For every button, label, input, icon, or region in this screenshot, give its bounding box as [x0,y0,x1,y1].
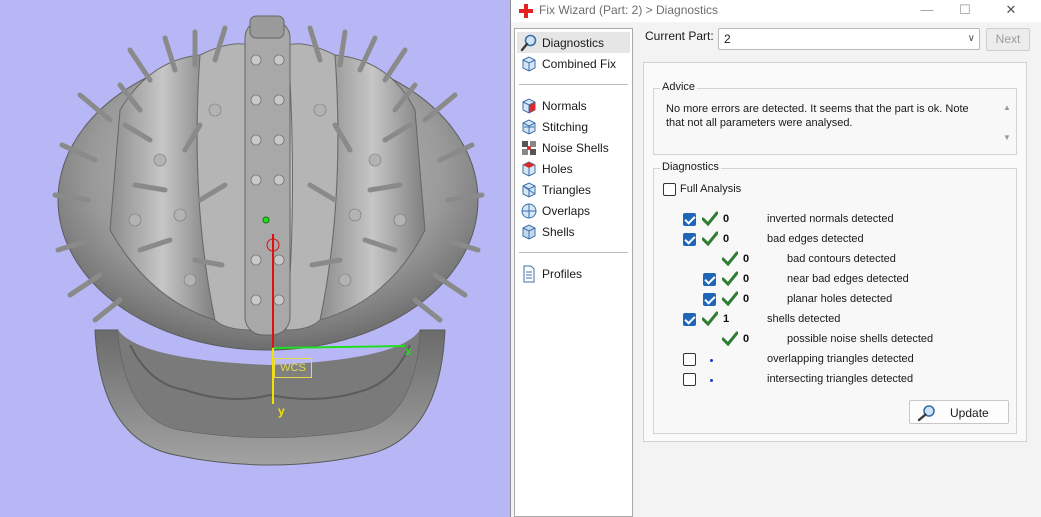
advice-group: Advice No more errors are detected. It s… [653,81,1017,155]
magnifier-icon [520,34,537,51]
nav-separator [519,252,628,253]
nav-label: Overlaps [542,203,591,218]
wizard-nav-pane: Diagnostics Combined Fix Normals Stitchi… [514,28,633,517]
overlaps-icon [521,203,537,218]
full-analysis-checkbox[interactable] [663,183,676,196]
maximize-button[interactable]: ☐ [942,0,988,22]
fix-wizard-dialog: Fix Wizard (Part: 2) > Diagnostics — ☐ ✕… [510,0,1041,517]
noise-shells-label: possible noise shells detected [787,333,934,345]
planar-holes-label: planar holes detected [787,293,893,305]
document-icon [523,265,535,282]
bad-edges-count: 0 [723,233,730,245]
triangles-cube-icon [522,181,536,198]
nav-label: Normals [542,98,587,113]
diagnostics-title: Diagnostics [660,161,721,173]
noise-shells-count: 0 [743,333,750,345]
inverted-normals-label: inverted normals detected [767,213,894,225]
nav-label: Noise Shells [542,140,609,155]
diagnostics-panel: Advice No more errors are detected. It s… [643,62,1027,442]
bad-contours-label: bad contours detected [787,253,896,265]
check-icon [702,311,718,327]
nav-item-holes[interactable]: Holes [517,158,630,179]
intersecting-triangles-label: intersecting triangles detected [767,373,914,385]
stitching-cube-icon [522,118,536,135]
overlapping-triangles-label: overlapping triangles detected [767,353,914,365]
current-part-select[interactable]: 2 ∨ [718,28,980,50]
pending-dot-icon [710,379,713,382]
check-icon [702,231,718,247]
check-icon [722,291,738,307]
near-bad-edges-count: 0 [743,273,750,285]
nav-item-triangles[interactable]: Triangles [517,179,630,200]
check-icon [722,251,738,267]
near-bad-edges-label: near bad edges detected [787,273,909,285]
nav-item-stitching[interactable]: Stitching [517,116,630,137]
wcs-label: WCS [274,358,312,378]
diagnostics-group: Diagnostics Full Analysis 0 inverted nor… [653,161,1017,434]
next-button[interactable]: Next [986,28,1030,51]
check-icon [722,331,738,347]
bad-edges-checkbox[interactable] [683,233,696,246]
scroll-up-icon[interactable]: ▲ [1003,103,1011,112]
holes-cube-icon [522,160,536,177]
y-axis-label: y [278,404,285,418]
window-title: Fix Wizard (Part: 2) > Diagnostics [539,3,719,17]
current-part-value: 2 [724,32,731,46]
shells-count: 1 [723,313,730,325]
shells-checkbox[interactable] [683,313,696,326]
x-axis-label: x [405,344,412,358]
planar-holes-count: 0 [743,293,750,305]
nav-label: Shells [542,224,575,239]
nav-item-normals[interactable]: Normals [517,95,630,116]
near-bad-edges-checkbox[interactable] [703,273,716,286]
nav-item-overlaps[interactable]: Overlaps [517,200,630,221]
nav-item-diagnostics[interactable]: Diagnostics [517,32,630,53]
nav-label: Triangles [542,182,591,197]
3d-viewport[interactable]: WCS x y [0,0,512,517]
nav-item-profiles[interactable]: Profiles [517,263,630,284]
nav-label: Holes [542,161,573,176]
shells-label: shells detected [767,313,841,325]
noise-shells-icon [522,140,536,155]
check-icon [722,271,738,287]
nav-label: Combined Fix [542,56,617,71]
pending-dot-icon [710,359,713,362]
title-bar[interactable]: Fix Wizard (Part: 2) > Diagnostics — ☐ ✕ [511,0,1041,22]
nav-item-noise-shells[interactable]: Noise Shells [517,137,630,158]
nav-item-shells[interactable]: Shells [517,221,630,242]
normals-cube-icon [522,97,536,114]
nav-label: Profiles [542,266,583,281]
shells-cube-icon [522,223,536,240]
nav-label: Stitching [542,119,589,134]
bad-contours-count: 0 [743,253,750,265]
nav-label: Diagnostics [542,35,605,50]
inverted-normals-count: 0 [723,213,730,225]
chevron-down-icon: ∨ [967,33,975,44]
full-analysis-label: Full Analysis [680,183,742,195]
nav-separator [519,84,628,85]
update-button[interactable]: Update [909,400,1009,424]
magnifier-icon [917,405,935,422]
advice-text: No more errors are detected. It seems th… [666,103,969,129]
planar-holes-checkbox[interactable] [703,293,716,306]
red-cross-icon [519,4,533,18]
inverted-normals-checkbox[interactable] [683,213,696,226]
current-part-label: Current Part: [645,29,714,43]
scroll-down-icon[interactable]: ▼ [1003,133,1011,142]
update-label: Update [950,406,989,420]
check-icon [702,211,718,227]
nav-item-combined-fix[interactable]: Combined Fix [517,53,630,74]
close-button[interactable]: ✕ [988,0,1034,22]
part-model[interactable] [0,0,512,517]
bad-edges-label: bad edges detected [767,233,864,245]
intersecting-triangles-checkbox[interactable] [683,373,696,386]
advice-title: Advice [660,81,698,93]
cube-icon [522,55,536,72]
overlapping-triangles-checkbox[interactable] [683,353,696,366]
